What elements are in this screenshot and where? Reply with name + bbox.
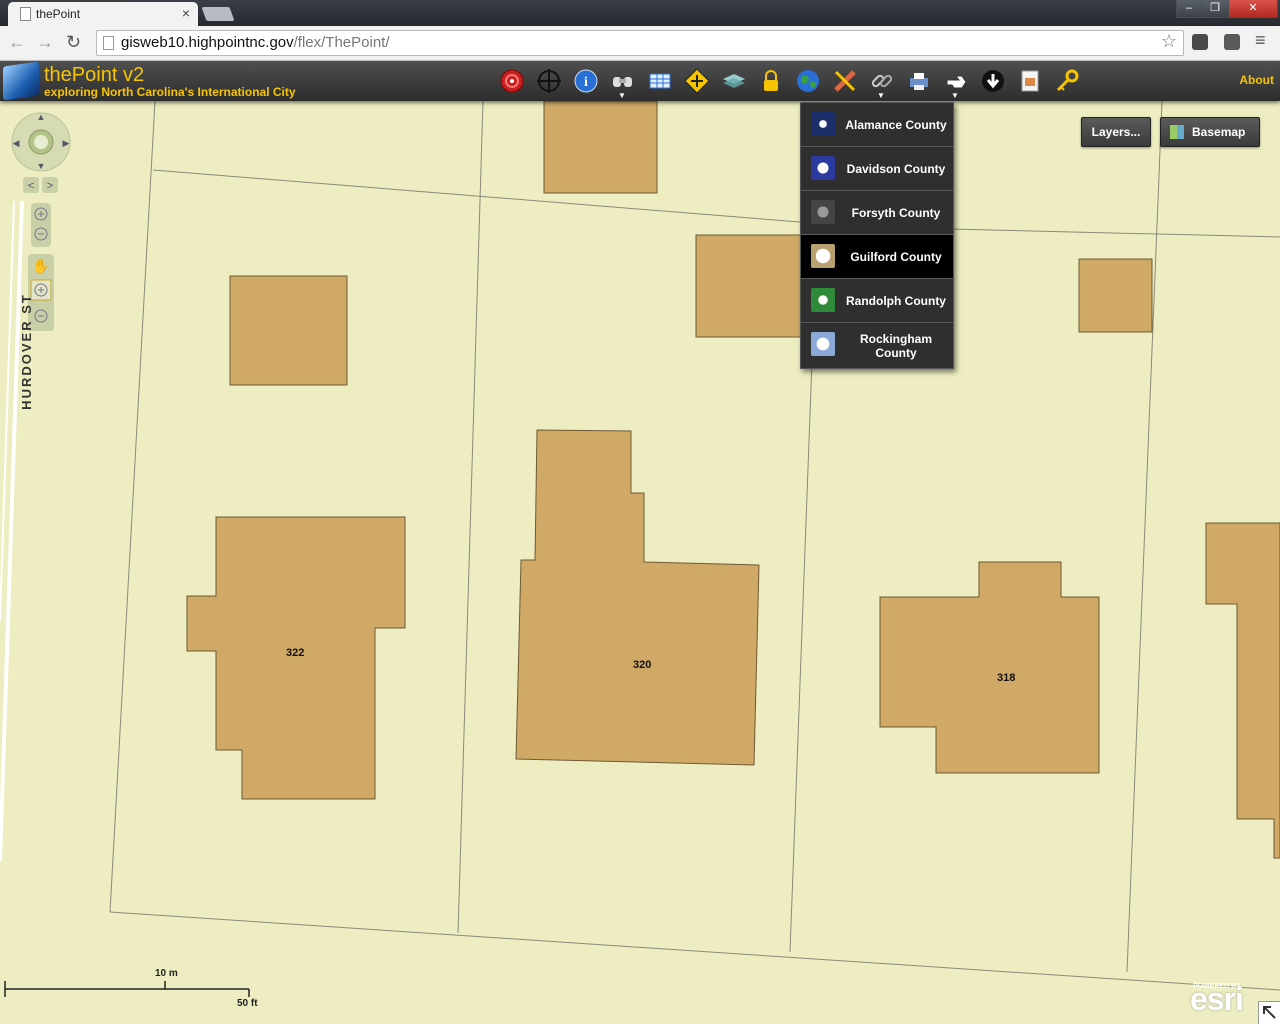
zoom-in-tool-button[interactable]	[31, 280, 51, 300]
tab-title: thePoint	[36, 7, 81, 21]
county-item-davidson[interactable]: Davidson County	[801, 147, 953, 191]
pocket-extension-icon[interactable]	[1224, 34, 1240, 50]
crosshair-icon[interactable]	[534, 66, 564, 96]
back-button[interactable]: ←	[8, 32, 26, 53]
address-label: 318	[997, 672, 1016, 684]
minimize-button[interactable]: –	[1176, 0, 1202, 18]
county-seal-icon	[811, 156, 835, 180]
download-icon[interactable]	[978, 66, 1008, 96]
map-canvas[interactable]: ▲ ▼ ◀ ▶ < > ✋ HURDOVER ST 322 320 318 10…	[0, 101, 1280, 1024]
address-bar[interactable]: gisweb10.highpointnc.gov/flex/ThePoint/ …	[96, 30, 1184, 56]
directions-icon[interactable]	[682, 66, 712, 96]
county-label: Rockingham County	[859, 331, 932, 360]
next-extent-button[interactable]	[42, 177, 58, 193]
document-icon[interactable]	[1015, 66, 1045, 96]
county-menu: Alamance County Davidson County Forsyth …	[800, 102, 954, 369]
layers-button[interactable]: Layers...	[1081, 117, 1151, 147]
bookmark-star-icon[interactable]: ☆	[1161, 31, 1177, 52]
county-label: Randolph County	[846, 293, 946, 308]
esri-logo[interactable]: esri	[1190, 981, 1244, 1018]
basemap-grid-icon	[1170, 125, 1184, 139]
county-item-rockingham[interactable]: Rockingham County	[801, 323, 953, 368]
app-header: thePoint v2 exploring North Carolina's I…	[0, 61, 1280, 101]
scale-imperial-label: 50 ft	[237, 998, 258, 1009]
expand-corner-icon[interactable]	[1258, 1001, 1280, 1024]
app-logo-icon	[3, 61, 39, 101]
evernote-extension-icon[interactable]	[1192, 34, 1208, 50]
browser-tab-strip: thePoint × – ❐ ✕	[0, 0, 1280, 26]
pan-tool-button[interactable]	[28, 254, 54, 276]
url-text: gisweb10.highpointnc.gov/flex/ThePoint/	[121, 34, 390, 51]
basemap-button[interactable]: Basemap	[1160, 117, 1260, 147]
app-title: thePoint v2	[44, 64, 145, 86]
page-favicon-icon	[20, 7, 31, 21]
browser-toolbar: ← → ↻ gisweb10.highpointnc.gov/flex/TheP…	[0, 26, 1280, 61]
county-seal-icon	[811, 244, 835, 268]
target-icon[interactable]	[497, 66, 527, 96]
browser-tab[interactable]: thePoint ×	[8, 2, 198, 26]
previous-extent-button[interactable]	[23, 177, 39, 193]
pointer-icon[interactable]: ▼	[941, 66, 971, 100]
county-item-alamance[interactable]: Alamance County	[801, 103, 953, 147]
globe-icon[interactable]	[793, 66, 823, 96]
county-item-forsyth[interactable]: Forsyth County	[801, 191, 953, 235]
window-close-button[interactable]: ✕	[1228, 0, 1278, 18]
county-item-randolph[interactable]: Randolph County	[801, 279, 953, 323]
page-icon	[103, 36, 114, 50]
county-seal-icon	[811, 112, 835, 136]
new-tab-button[interactable]	[201, 7, 235, 21]
tab-close-icon[interactable]: ×	[182, 5, 190, 21]
county-seal-icon	[811, 200, 835, 224]
county-item-guilford[interactable]: Guilford County	[801, 235, 953, 279]
scale-metric-label: 10 m	[155, 968, 178, 979]
print-icon[interactable]	[904, 66, 934, 96]
address-label: 322	[286, 647, 305, 659]
forward-button[interactable]: →	[36, 32, 54, 53]
address-label: 320	[633, 659, 652, 671]
zoom-out-button[interactable]	[31, 223, 51, 243]
county-label: Alamance County	[845, 117, 947, 132]
county-seal-icon	[811, 288, 835, 312]
map-graphics	[0, 101, 1280, 997]
info-icon[interactable]: i	[571, 66, 601, 96]
layers-stack-icon[interactable]	[719, 66, 749, 96]
lock-icon[interactable]	[756, 66, 786, 96]
pan-control[interactable]	[8, 111, 74, 173]
street-label: HURDOVER ST	[18, 293, 34, 410]
county-label: Davidson County	[846, 161, 946, 176]
measure-icon[interactable]	[830, 66, 860, 96]
table-icon[interactable]	[645, 66, 675, 96]
county-seal-icon	[811, 332, 835, 356]
app-subtitle: exploring North Carolina's International…	[44, 85, 296, 99]
basemap-button-label: Basemap	[1192, 125, 1246, 139]
county-label: Forsyth County	[851, 205, 941, 220]
link-icon[interactable]: ▼	[867, 66, 897, 100]
svg-text:i: i	[584, 75, 588, 90]
reload-button[interactable]: ↻	[66, 32, 81, 53]
county-label: Guilford County	[850, 249, 942, 264]
key-icon[interactable]	[1052, 66, 1082, 96]
zoom-in-button[interactable]	[31, 203, 51, 223]
zoom-out-tool-button[interactable]	[31, 306, 51, 326]
maximize-button[interactable]: ❐	[1201, 0, 1229, 18]
binoculars-icon[interactable]: ▼	[608, 66, 638, 100]
chrome-menu-icon[interactable]: ≡	[1255, 30, 1266, 51]
about-link[interactable]: About	[1239, 73, 1274, 87]
